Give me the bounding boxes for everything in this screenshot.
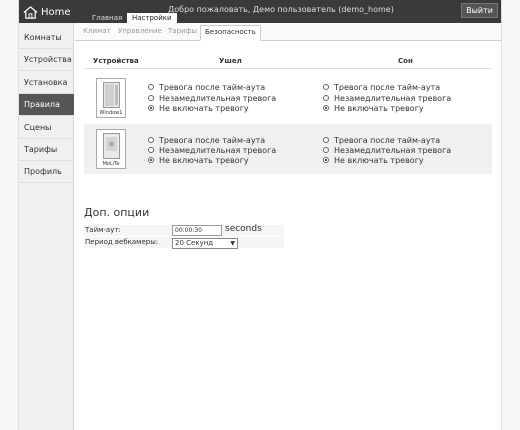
radio[interactable] — [323, 137, 329, 143]
header-divider — [84, 68, 492, 69]
away-option-immediate[interactable]: Незамедлительная тревога — [148, 145, 276, 155]
sidebar-item-scenes[interactable]: Сцены — [19, 117, 74, 139]
sleep-option-off[interactable]: Не включать тревогу — [323, 155, 424, 165]
tab-control[interactable]: Управление — [118, 27, 162, 35]
radio[interactable] — [148, 95, 154, 101]
radio[interactable] — [148, 84, 154, 90]
radio-selected[interactable] — [323, 105, 329, 111]
window-sensor-icon — [103, 82, 120, 108]
radio[interactable] — [148, 147, 154, 153]
webcam-label: Период вебкамеры: — [85, 238, 159, 246]
radio-selected[interactable] — [323, 157, 329, 163]
tab-tariffs[interactable]: Тарифы — [168, 27, 197, 35]
device-name: Window1 — [99, 110, 123, 116]
radio[interactable] — [148, 137, 154, 143]
right-margin — [501, 0, 520, 430]
column-sleep: Сон — [398, 57, 413, 65]
subtabs: Климат Управление Тарифы Безопасность — [75, 23, 501, 41]
logo-text: Home — [41, 6, 71, 18]
webcam-period-select[interactable]: 20 Секунд ▼ — [172, 238, 238, 249]
house-icon — [23, 5, 38, 19]
motion-sensor-icon — [103, 133, 120, 159]
tab-settings[interactable]: Настройки — [127, 13, 177, 23]
tab-climate[interactable]: Климат — [83, 27, 111, 35]
device-icon-molite: MoLiTe — [96, 129, 126, 169]
timeout-row: Тайм-аут: seconds — [84, 224, 284, 237]
sleep-option-immediate[interactable]: Незамедлительная тревога — [323, 93, 451, 103]
welcome-text: Добро пожаловать, Демо пользователь (dem… — [168, 5, 394, 14]
tab-home[interactable]: Главная — [87, 13, 127, 23]
timeout-input[interactable] — [172, 225, 222, 236]
device-name: MoLiTe — [102, 161, 120, 167]
sidebar-item-profile[interactable]: Профиль — [19, 161, 74, 183]
column-away: Ушел — [219, 57, 242, 65]
sidebar-item-rules[interactable]: Правила — [19, 94, 74, 116]
tab-security[interactable]: Безопасность — [200, 25, 261, 41]
timeout-label: Тайм-аут: — [85, 226, 121, 234]
sleep-option-immediate[interactable]: Незамедлительная тревога — [323, 145, 451, 155]
sleep-option-timeout[interactable]: Тревога после тайм-аута — [323, 135, 440, 145]
extra-options-table: Тайм-аут: seconds Период вебкамеры: 20 С… — [84, 224, 284, 249]
sidebar-item-rooms[interactable]: Комнаты — [19, 27, 74, 49]
away-option-off[interactable]: Не включать тревогу — [148, 103, 249, 113]
webcam-row: Период вебкамеры: 20 Секунд ▼ — [84, 237, 284, 249]
sleep-option-timeout[interactable]: Тревога после тайм-аута — [323, 82, 440, 92]
logout-button[interactable]: Выйти — [461, 3, 498, 18]
top-bar: Home Главная Настройки Добро пожаловать,… — [19, 0, 501, 23]
sidebar-item-tariffs[interactable]: Тарифы — [19, 139, 74, 161]
radio[interactable] — [323, 147, 329, 153]
radio-selected[interactable] — [148, 157, 154, 163]
chevron-down-icon: ▼ — [230, 240, 235, 247]
sidebar-item-devices[interactable]: Устройства — [19, 49, 74, 71]
home-logo[interactable]: Home — [23, 4, 71, 20]
left-margin — [0, 0, 19, 430]
away-option-timeout[interactable]: Тревога после тайм-аута — [148, 135, 265, 145]
timeout-unit: seconds — [225, 224, 262, 234]
radio[interactable] — [323, 95, 329, 101]
away-option-immediate[interactable]: Незамедлительная тревога — [148, 93, 276, 103]
extra-options-title: Доп. опции — [84, 206, 150, 219]
away-option-timeout[interactable]: Тревога после тайм-аута — [148, 82, 265, 92]
away-option-off[interactable]: Не включать тревогу — [148, 155, 249, 165]
device-icon-window1: Window1 — [96, 78, 126, 118]
radio-selected[interactable] — [148, 105, 154, 111]
radio[interactable] — [323, 84, 329, 90]
column-devices: Устройства — [93, 57, 139, 65]
webcam-period-value: 20 Секунд — [175, 239, 214, 247]
sleep-option-off[interactable]: Не включать тревогу — [323, 103, 424, 113]
sidebar-item-installation[interactable]: Установка — [19, 72, 74, 94]
sidebar: Комнаты Устройства Установка Правила Сце… — [19, 23, 74, 430]
